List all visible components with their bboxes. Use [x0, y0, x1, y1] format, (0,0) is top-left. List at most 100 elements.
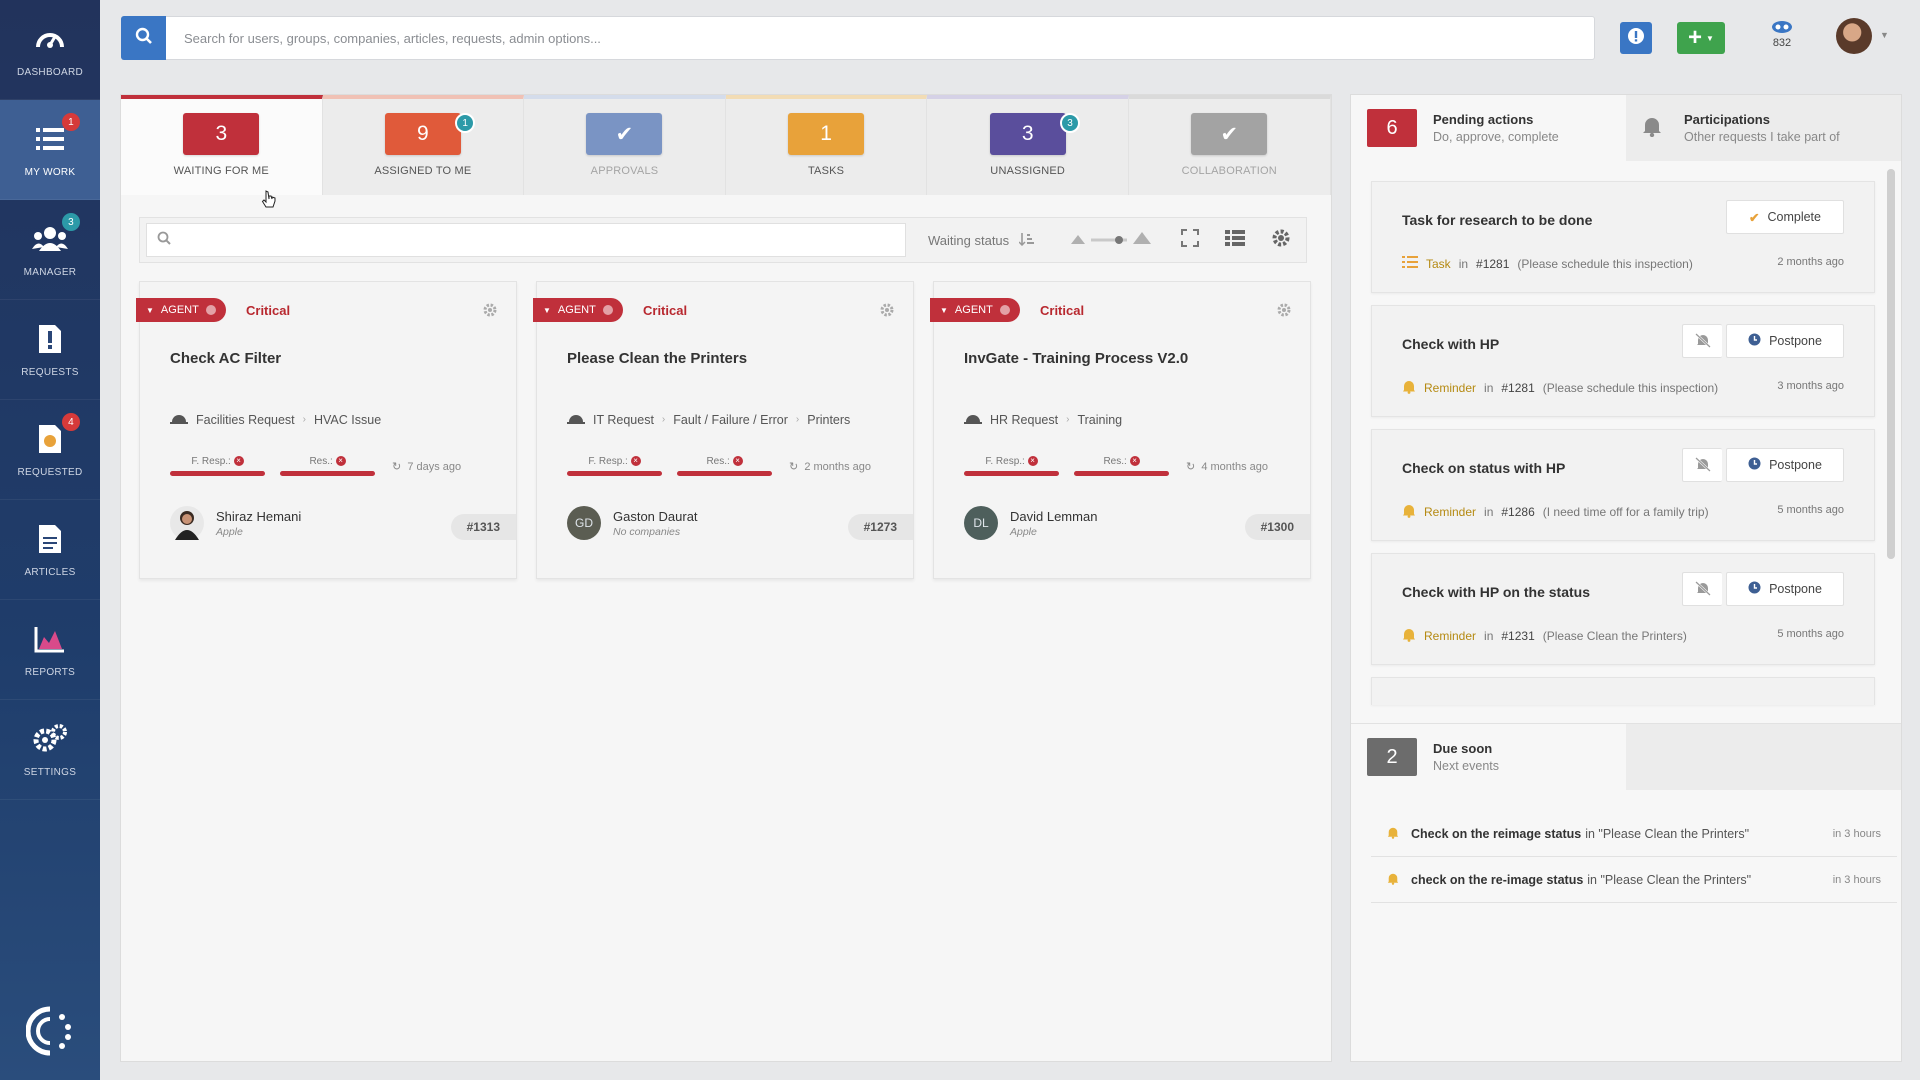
tab-unassigned[interactable]: 3 3 UNASSIGNED	[927, 95, 1129, 195]
tab-tasks[interactable]: 1 TASKS	[725, 95, 928, 195]
ticket-id[interactable]: #1273	[847, 514, 913, 540]
mouse-cursor-icon	[261, 190, 277, 215]
mute-button[interactable]	[1682, 448, 1722, 482]
slider-track[interactable]	[1091, 235, 1128, 245]
sidebar-item-requested[interactable]: 4 REQUESTED	[0, 400, 100, 500]
pending-action-item[interactable]: Task for research to be done ✔ Complete …	[1371, 181, 1875, 293]
sidebar-item-reports[interactable]: REPORTS	[0, 600, 100, 700]
gears-icon	[32, 721, 68, 757]
list-view-button[interactable]	[1225, 229, 1246, 252]
request-link[interactable]: #1286	[1501, 505, 1534, 519]
credits-counter[interactable]: 832	[1762, 20, 1802, 58]
category-breadcrumb: Facilities Request › HVAC Issue	[170, 412, 381, 427]
action-source: Reminder in #1286 (I need time off for a…	[1402, 503, 1709, 521]
card-title: InvGate - Training Process V2.0	[964, 350, 1189, 367]
ticket-id[interactable]: #1313	[450, 514, 516, 540]
tab-title: Pending actions	[1433, 112, 1534, 127]
global-search-input[interactable]	[166, 18, 1594, 58]
action-title: Check on status with HP	[1402, 460, 1566, 476]
tab-label: ASSIGNED TO ME	[374, 165, 472, 177]
sidebar: DASHBOARD 1 MY WORK 3 MANAGER REQUESTS 4…	[0, 0, 100, 1080]
search-button[interactable]	[121, 16, 166, 60]
x-icon: ×	[630, 456, 641, 467]
sidebar-item-requests[interactable]: REQUESTS	[0, 300, 100, 400]
ticket-id[interactable]: #1300	[1244, 514, 1310, 540]
sidebar-item-manager[interactable]: 3 MANAGER	[0, 200, 100, 300]
actions-scrollbar[interactable]	[1887, 169, 1895, 559]
action-title: Check with HP	[1402, 336, 1500, 352]
large-mountain-icon	[1133, 231, 1152, 249]
priority-label: Critical	[643, 303, 688, 318]
sidebar-item-my-work[interactable]: 1 MY WORK	[0, 100, 100, 200]
request-link[interactable]: #1281	[1501, 381, 1534, 395]
sidebar-item-dashboard[interactable]: DASHBOARD	[0, 0, 100, 100]
filter-search-input[interactable]	[179, 225, 905, 255]
subcategory-label: HVAC Issue	[314, 412, 382, 427]
mute-button[interactable]	[1682, 324, 1722, 358]
requester: Shiraz Hemani Apple	[170, 506, 301, 540]
action-in: in	[1484, 629, 1494, 643]
request-card[interactable]: ▼ AGENT Critical Please Clean the Printe…	[533, 281, 914, 579]
sla-label: F. Resp.:	[191, 456, 231, 467]
fullscreen-button[interactable]	[1181, 228, 1200, 252]
sla-bar	[567, 471, 662, 476]
refresh-icon: ↻	[789, 461, 799, 473]
sidebar-item-settings[interactable]: SETTINGS	[0, 700, 100, 800]
postpone-button[interactable]: Postpone	[1726, 572, 1844, 606]
tab-approvals[interactable]: ✔ APPROVALS	[524, 95, 726, 195]
updated-time: ↻ 4 months ago	[1186, 460, 1268, 473]
pending-action-item[interactable]: Check on status with HP Postpone Reminde…	[1371, 429, 1875, 541]
request-link[interactable]: #1231	[1501, 629, 1534, 643]
request-card[interactable]: ▼ AGENT Critical Check AC Filter Facilit…	[136, 281, 517, 579]
card-gear-button[interactable]	[482, 302, 498, 323]
first-response-sla: F. Resp.: ×	[964, 456, 1059, 476]
info-button[interactable]	[1620, 22, 1652, 54]
mute-button[interactable]	[1682, 572, 1722, 606]
tab-participations[interactable]: Participations Other requests I take par…	[1626, 95, 1901, 161]
sla-bar	[1074, 471, 1169, 476]
postpone-button[interactable]: Postpone	[1726, 324, 1844, 358]
updated-time: ↻ 7 days ago	[392, 460, 461, 473]
refresh-icon: ↻	[392, 461, 402, 473]
pending-action-item[interactable]: Check with HP Postpone Reminder in #1281…	[1371, 305, 1875, 417]
agent-tag[interactable]: ▼ AGENT	[136, 298, 226, 322]
pending-action-item[interactable]: Check with HP on the status Postpone Rem…	[1371, 553, 1875, 665]
postpone-button[interactable]: Postpone	[1726, 448, 1844, 482]
caret-down-icon: ▼	[146, 305, 154, 315]
agent-tag[interactable]: ▼ AGENT	[533, 298, 623, 322]
tab-collaboration[interactable]: ✔ COLLABORATION	[1128, 95, 1331, 195]
view-settings-button[interactable]	[1271, 228, 1291, 253]
caret-down-icon: ▼	[1706, 33, 1714, 43]
sort-label: Waiting status	[928, 232, 1010, 248]
due-item[interactable]: check on the re-image status in "Please …	[1371, 857, 1897, 903]
invgate-logo	[25, 1005, 74, 1057]
dashboard-gauge-icon	[32, 21, 68, 57]
scrollbar-thumb[interactable]	[1887, 169, 1895, 559]
add-new-button[interactable]: + ▼	[1677, 22, 1725, 54]
request-link[interactable]: #1281	[1476, 257, 1509, 271]
due-item[interactable]: Check on the reimage status in "Please C…	[1371, 811, 1897, 857]
tab-assigned-to-me[interactable]: 9 1 ASSIGNED TO ME	[322, 95, 525, 195]
my-work-panel: 3 WAITING FOR ME 9 1 ASSIGNED TO ME ✔ AP…	[120, 94, 1332, 1062]
agent-label: AGENT	[160, 304, 199, 316]
card-gear-button[interactable]	[1276, 302, 1292, 323]
tab-pending-actions[interactable]: 6 Pending actions Do, approve, complete	[1351, 95, 1626, 161]
request-card[interactable]: ▼ AGENT Critical InvGate - Training Proc…	[930, 281, 1311, 579]
sidebar-item-articles[interactable]: ARTICLES	[0, 500, 100, 600]
card-size-slider[interactable]	[1071, 231, 1152, 249]
tab-due-soon[interactable]: 2 Due soon Next events	[1351, 724, 1626, 790]
sort-waiting-status[interactable]: Waiting status	[928, 232, 1035, 249]
category-breadcrumb: HR Request › Training	[964, 412, 1122, 427]
user-avatar[interactable]	[1836, 18, 1872, 54]
tab-waiting-for-me[interactable]: 3 WAITING FOR ME	[121, 95, 323, 195]
category-label: IT Request	[593, 412, 654, 427]
tab-subtitle: Do, approve, complete	[1433, 130, 1559, 144]
chevron-down-icon[interactable]: ▼	[1880, 30, 1889, 40]
complete-button[interactable]: ✔ Complete	[1726, 200, 1844, 234]
filter-search	[146, 223, 906, 257]
card-gear-button[interactable]	[879, 302, 895, 323]
button-label: Postpone	[1769, 582, 1822, 596]
agent-tag[interactable]: ▼ AGENT	[930, 298, 1020, 322]
info-icon	[205, 305, 216, 315]
pending-action-item[interactable]	[1371, 677, 1875, 705]
